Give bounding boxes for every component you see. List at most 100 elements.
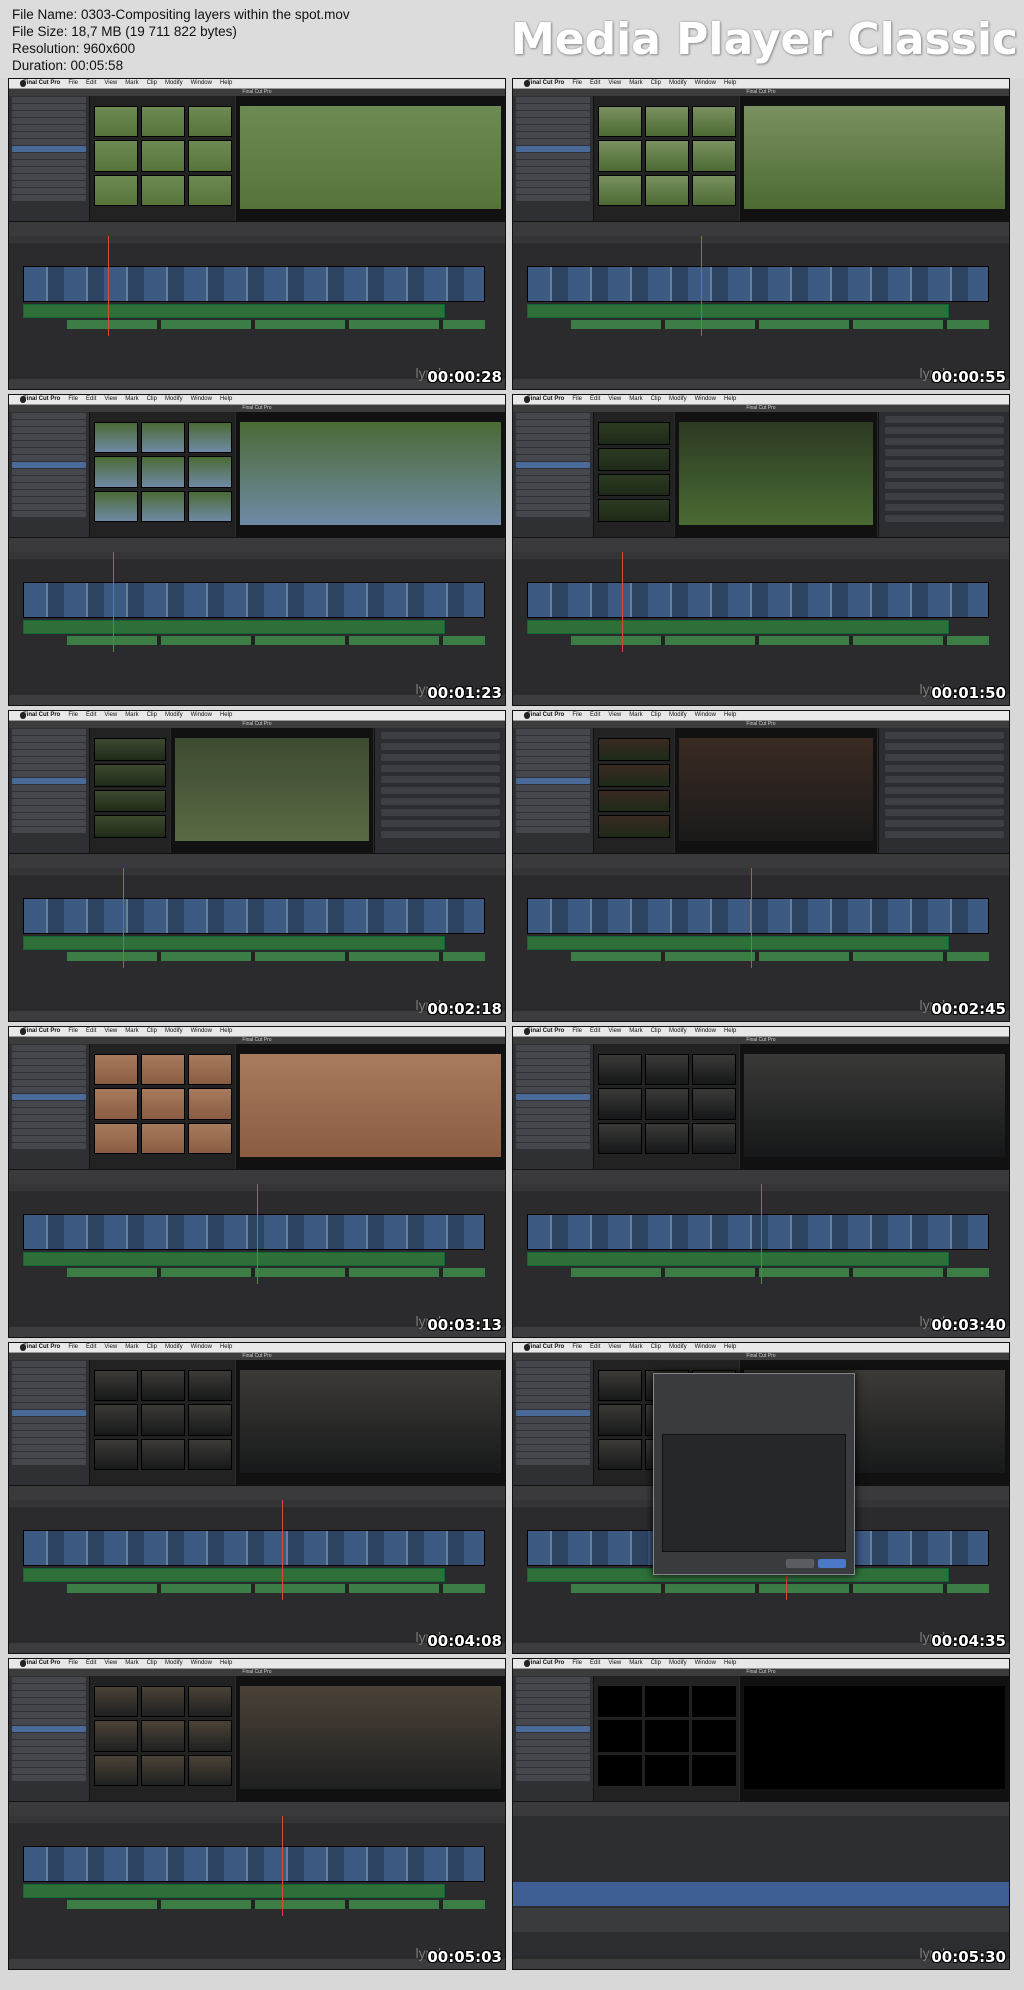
library-item[interactable] <box>12 167 86 173</box>
inspector-row[interactable] <box>381 754 500 761</box>
menu-item[interactable]: Edit <box>590 1028 600 1034</box>
project-row[interactable] <box>513 1882 1009 1906</box>
library-item[interactable] <box>516 441 590 447</box>
menu-item[interactable]: View <box>608 712 621 718</box>
menu-item[interactable]: File <box>68 80 78 86</box>
inspector-row[interactable] <box>885 787 1004 794</box>
library-item[interactable] <box>12 1087 86 1093</box>
menu-item[interactable]: Final Cut Pro <box>527 80 564 86</box>
library-item[interactable] <box>12 490 86 496</box>
library-item[interactable] <box>12 111 86 117</box>
library-item[interactable] <box>516 1768 590 1774</box>
menu-item[interactable]: File <box>572 1660 582 1666</box>
menu-item[interactable]: View <box>608 396 621 402</box>
library-item[interactable] <box>516 729 590 735</box>
library-item[interactable] <box>12 497 86 503</box>
clip-thumbnail[interactable] <box>141 1720 185 1752</box>
clip-thumbnail[interactable] <box>188 1686 232 1718</box>
library-item[interactable] <box>12 1066 86 1072</box>
audio-track[interactable] <box>67 636 485 645</box>
clip-thumbnail[interactable] <box>188 1720 232 1752</box>
clip-thumbnail[interactable] <box>598 763 670 787</box>
library-item[interactable] <box>516 1733 590 1739</box>
library-item[interactable] <box>12 785 86 791</box>
clip-thumbnail[interactable] <box>94 1370 138 1402</box>
clip-thumbnail[interactable] <box>94 174 138 206</box>
menu-item[interactable]: File <box>68 712 78 718</box>
clip-thumbnail[interactable] <box>692 1054 736 1086</box>
library-item[interactable] <box>516 1740 590 1746</box>
clip-thumbnail[interactable] <box>141 1370 185 1402</box>
video-track[interactable] <box>23 898 485 934</box>
menu-item[interactable]: Window <box>695 1028 716 1034</box>
menu-item[interactable]: Mark <box>629 1660 642 1666</box>
library-item[interactable] <box>516 1424 590 1430</box>
library-item[interactable] <box>12 1761 86 1767</box>
library-item[interactable] <box>12 1677 86 1683</box>
clip-thumbnail[interactable] <box>598 1686 642 1718</box>
library-item[interactable] <box>516 125 590 131</box>
library-item[interactable] <box>12 483 86 489</box>
menu-item[interactable]: Clip <box>651 1344 661 1350</box>
inspector-row[interactable] <box>381 776 500 783</box>
video-track[interactable] <box>527 266 989 302</box>
menu-item[interactable]: View <box>104 1344 117 1350</box>
clip-thumbnail[interactable] <box>141 1404 185 1436</box>
menu-item[interactable]: Clip <box>147 1660 157 1666</box>
audio-track[interactable] <box>23 620 445 634</box>
menu-item[interactable]: View <box>104 80 117 86</box>
menu-item[interactable]: File <box>572 1344 582 1350</box>
clip-thumbnail[interactable] <box>94 763 166 787</box>
menu-item[interactable]: Modify <box>669 1660 687 1666</box>
library-item[interactable] <box>12 1452 86 1458</box>
menu-item[interactable]: Clip <box>651 1660 661 1666</box>
library-item[interactable] <box>12 1698 86 1704</box>
clip-thumbnail[interactable] <box>188 1754 232 1786</box>
library-item[interactable] <box>516 1761 590 1767</box>
library-item[interactable] <box>516 490 590 496</box>
library-item[interactable] <box>516 1375 590 1381</box>
menu-item[interactable]: Final Cut Pro <box>23 1660 60 1666</box>
library-item[interactable] <box>516 1705 590 1711</box>
menu-item[interactable]: Mark <box>629 1344 642 1350</box>
library-item[interactable] <box>12 139 86 145</box>
video-track[interactable] <box>23 582 485 618</box>
menu-item[interactable]: Final Cut Pro <box>23 712 60 718</box>
apple-icon[interactable] <box>524 396 530 403</box>
library-item[interactable] <box>516 97 590 103</box>
clip-thumbnail[interactable] <box>692 174 736 206</box>
clip-thumbnail[interactable] <box>94 1122 138 1154</box>
playhead[interactable] <box>123 868 125 968</box>
library-item[interactable] <box>12 1438 86 1444</box>
clip-thumbnail[interactable] <box>598 738 670 761</box>
clip-thumbnail[interactable] <box>141 422 185 454</box>
library-item[interactable] <box>12 792 86 798</box>
library-item[interactable] <box>516 1719 590 1725</box>
library-item[interactable] <box>516 1101 590 1107</box>
library-item[interactable] <box>516 511 590 517</box>
menu-item[interactable]: Edit <box>86 1344 96 1350</box>
inspector-row[interactable] <box>885 831 1004 838</box>
menu-item[interactable]: Help <box>220 712 232 718</box>
menu-item[interactable]: Modify <box>165 1344 183 1350</box>
library-item[interactable] <box>12 743 86 749</box>
menu-item[interactable]: Mark <box>125 1660 138 1666</box>
library-item[interactable] <box>516 469 590 475</box>
library-item[interactable] <box>516 427 590 433</box>
library-item[interactable] <box>12 1719 86 1725</box>
clip-thumbnail[interactable] <box>598 1054 642 1086</box>
menu-item[interactable]: Clip <box>651 80 661 86</box>
menu-item[interactable]: Modify <box>165 80 183 86</box>
audio-track[interactable] <box>527 620 949 634</box>
menu-item[interactable]: Clip <box>147 712 157 718</box>
clip-thumbnail[interactable] <box>645 1720 689 1752</box>
library-item[interactable] <box>516 1080 590 1086</box>
clip-thumbnail[interactable] <box>141 1754 185 1786</box>
video-track[interactable] <box>527 898 989 934</box>
library-item[interactable] <box>12 504 86 510</box>
apple-icon[interactable] <box>20 80 26 87</box>
clip-thumbnail[interactable] <box>692 106 736 138</box>
audio-track[interactable] <box>571 636 989 645</box>
library-item[interactable] <box>516 1361 590 1367</box>
library-item[interactable] <box>12 1045 86 1051</box>
